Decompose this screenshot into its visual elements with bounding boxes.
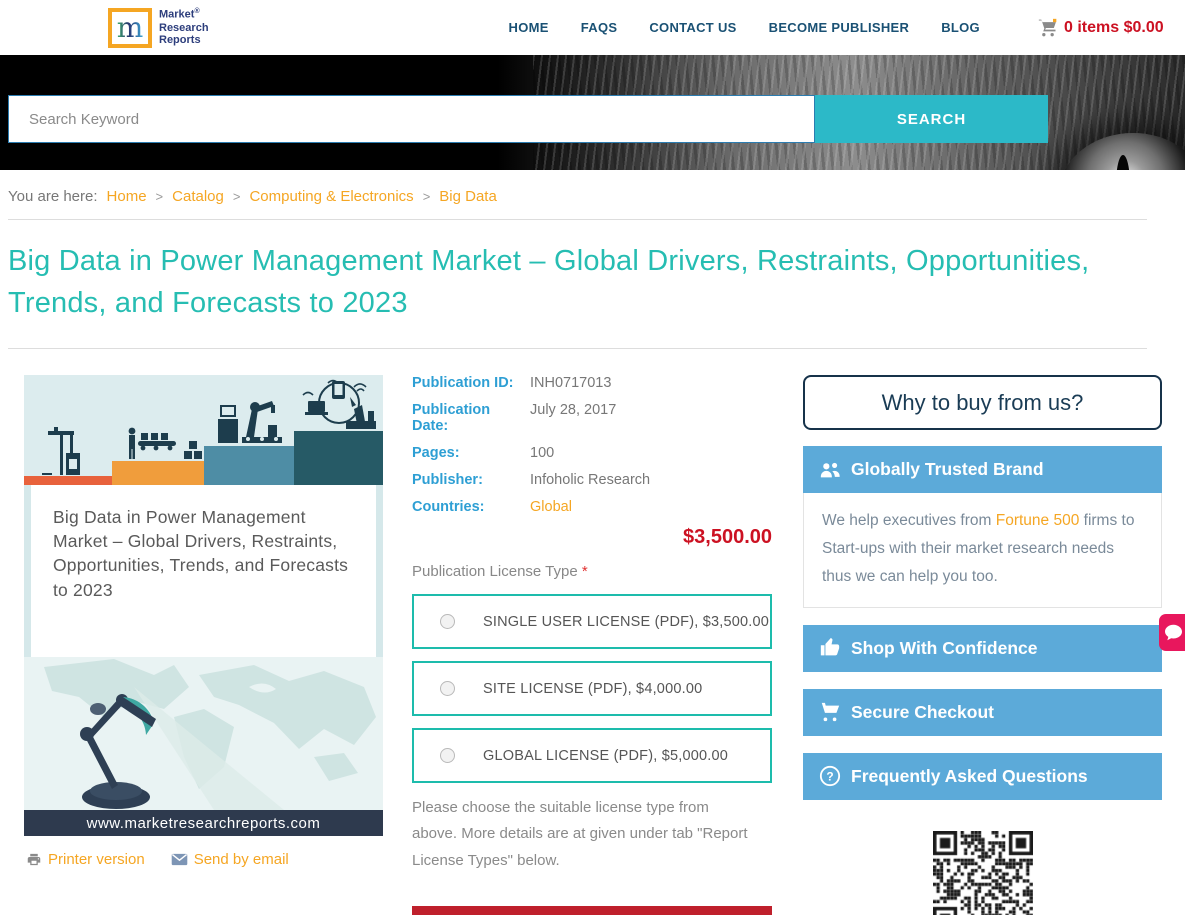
detail-countries: Countries: Global [412, 499, 572, 516]
breadcrumb-prefix: You are here: [8, 188, 98, 205]
search-button[interactable]: SEARCH [815, 95, 1048, 143]
shop-with-confidence-bar[interactable]: Shop With Confidence [803, 624, 1162, 672]
nav-faqs[interactable]: FAQS [581, 20, 618, 35]
logo-m-icon: m [108, 7, 152, 48]
cover-action-links: Printer version Send by email [24, 851, 383, 868]
qr-code [803, 830, 1162, 915]
search-form: SEARCH [8, 95, 1048, 143]
cart-status[interactable]: 0 items $0.00 [1038, 18, 1164, 38]
detail-publication-date: Publication Date: July 28, 2017 [412, 402, 617, 435]
logo-wordmark: Market® Research Reports [159, 8, 209, 47]
main-content: ERP Big Data in Power Management Market … [0, 349, 1185, 915]
radio-global[interactable] [440, 748, 455, 764]
question-circle-icon: ? [819, 766, 841, 787]
breadcrumb-home[interactable]: Home [107, 188, 147, 205]
breadcrumb-separator: > [422, 189, 431, 204]
trusted-brand-text: We help executives from Fortune 500 firm… [803, 493, 1162, 608]
printer-version-link[interactable]: Printer version [26, 851, 145, 868]
purchase-column: Publication ID: INH0717013 Publication D… [412, 375, 772, 915]
search-input[interactable] [8, 95, 815, 143]
cover-title-text: Big Data in Power Management Market – Gl… [53, 507, 349, 600]
cart-icon [821, 703, 840, 722]
hero-banner: SEARCH [0, 55, 1185, 170]
license-option-single-user[interactable]: SINGLE USER LICENSE (PDF), $3,500.00 [412, 594, 772, 650]
add-to-cart-button[interactable]: ADD TO CART [412, 905, 772, 915]
license-note: Please choose the suitable license type … [412, 799, 748, 869]
required-asterisk: * [581, 563, 588, 581]
breadcrumb-computing-electronics[interactable]: Computing & Electronics [249, 188, 413, 205]
live-chat-widget[interactable] [1159, 614, 1185, 651]
nav-become-publisher[interactable]: BECOME PUBLISHER [769, 20, 910, 35]
site-logo[interactable]: m Market® Research Reports [108, 7, 209, 48]
cart-icon [1038, 18, 1057, 36]
report-cover-column: ERP Big Data in Power Management Market … [24, 375, 383, 915]
nav-contact-us[interactable]: CONTACT US [649, 20, 736, 35]
lamp-world-map-illustration [24, 657, 383, 811]
cart-count-text: 0 items $0.00 [1063, 18, 1164, 36]
page-title: Big Data in Power Management Market – Gl… [8, 245, 1090, 320]
detail-publication-id: Publication ID: INH0717013 [412, 375, 612, 392]
license-type-label: Publication License Type * [412, 563, 588, 581]
report-cover-image: ERP Big Data in Power Management Market … [24, 375, 383, 837]
license-option-site[interactable]: SITE LICENSE (PDF), $4,000.00 [412, 661, 772, 717]
people-icon [820, 462, 840, 477]
breadcrumb-catalog[interactable]: Catalog [172, 188, 224, 205]
industry-steps-illustration: ERP [24, 375, 383, 486]
breadcrumb-separator: > [155, 189, 164, 204]
nav-blog[interactable]: BLOG [941, 20, 980, 35]
send-by-email-link[interactable]: Send by email [171, 851, 289, 868]
license-option-global[interactable]: GLOBAL LICENSE (PDF), $5,000.00 [412, 728, 772, 784]
cover-website-bar: www.marketresearchreports.com [24, 810, 383, 837]
secure-checkout-bar[interactable]: Secure Checkout [803, 688, 1162, 736]
detail-publisher: Publisher: Infoholic Research [412, 472, 651, 489]
countries-global-link[interactable]: Global [530, 499, 572, 515]
cover-title-block: Big Data in Power Management Market – Gl… [24, 485, 383, 658]
price: $3,500.00 [683, 526, 772, 549]
cat-pupil [1116, 155, 1130, 170]
site-header: m Market® Research Reports HOME FAQS CON… [0, 0, 1185, 55]
email-icon [171, 853, 187, 866]
why-buy-sidebar: Why to buy from us? Globally Trusted Bra… [803, 375, 1162, 915]
printer-icon [27, 853, 41, 866]
why-to-buy-heading: Why to buy from us? [803, 375, 1162, 431]
svg-text:?: ? [826, 770, 833, 784]
radio-single-user[interactable] [440, 614, 455, 630]
breadcrumb: You are here: Home > Catalog > Computing… [0, 170, 1185, 219]
nav-home[interactable]: HOME [509, 20, 549, 35]
breadcrumb-separator: > [232, 189, 241, 204]
main-nav: HOME FAQS CONTACT US BECOME PUBLISHER BL… [509, 20, 980, 35]
globally-trusted-brand-bar[interactable]: Globally Trusted Brand [803, 446, 1162, 494]
thumbs-up-icon [820, 638, 840, 656]
fortune-500-link[interactable]: Fortune 500 [996, 512, 1080, 529]
detail-pages: Pages: 100 [412, 445, 555, 462]
chat-bubble-icon [1165, 624, 1182, 641]
breadcrumb-big-data[interactable]: Big Data [439, 188, 497, 205]
svg-text:ERP: ERP [312, 406, 324, 412]
radio-site[interactable] [440, 681, 455, 697]
qr-code-canvas [932, 830, 1033, 915]
faq-bar[interactable]: ? Frequently Asked Questions [803, 752, 1162, 800]
